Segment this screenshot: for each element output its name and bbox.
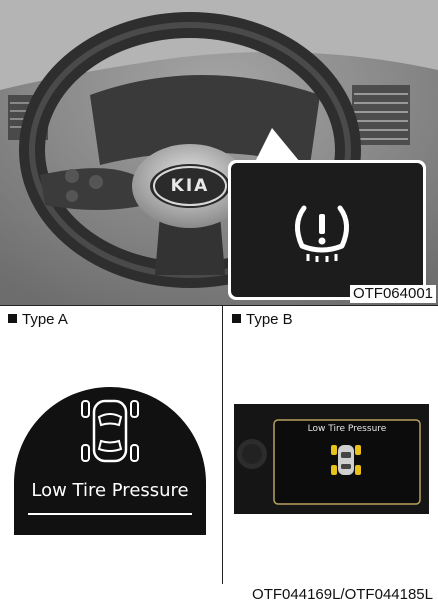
photo-code: OTF064001 (349, 285, 436, 303)
vertical-divider (222, 306, 223, 584)
kia-logo: KIA (170, 176, 210, 196)
type-a-message: Low Tire Pressure (31, 480, 189, 501)
horizontal-divider (0, 305, 438, 306)
dashboard-photo: KIA OTF064001 (0, 0, 438, 305)
type-b-message: Low Tire Pressure (307, 424, 387, 434)
bullet-square (8, 314, 17, 323)
bottom-code: OTF044169L/OTF044185L (249, 586, 436, 604)
right-vent (352, 85, 410, 145)
type-a-display: Low Tire Pressure (10, 383, 210, 536)
type-a-label: Type A (8, 311, 68, 329)
bullet-square (232, 314, 241, 323)
type-b-display: Low Tire Pressure (234, 404, 429, 514)
type-b-label: Type B (232, 311, 293, 329)
